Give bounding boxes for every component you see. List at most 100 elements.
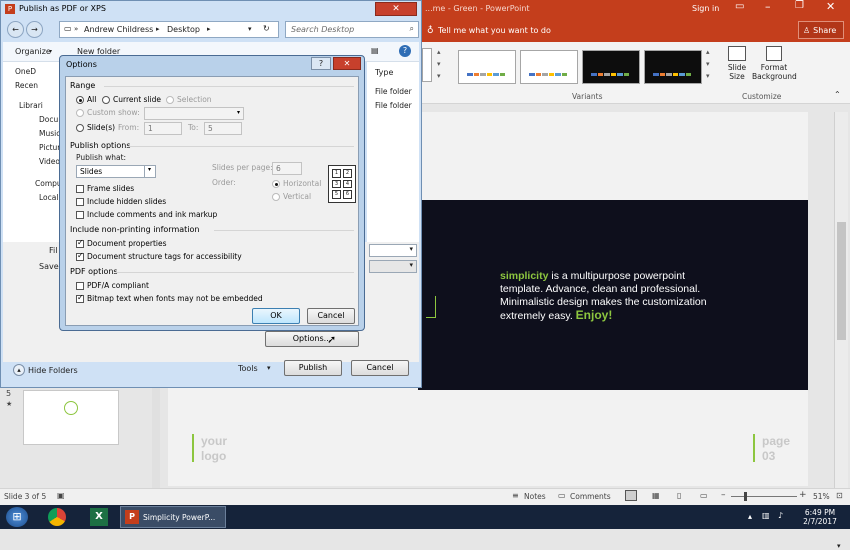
organize-button[interactable]: Organize (15, 47, 51, 56)
publish-button[interactable]: Publish (284, 360, 342, 376)
notes-button[interactable]: Notes (524, 492, 546, 501)
slide-body-text[interactable]: simplicity is a multipurpose powerpoint … (500, 270, 730, 323)
options-cancel-button[interactable]: Cancel (307, 308, 355, 324)
help-icon[interactable]: ? (399, 45, 411, 57)
scroll-thumb[interactable] (837, 222, 846, 340)
save-type-dropdown-icon[interactable]: ▾ (369, 260, 417, 273)
radio-all[interactable] (76, 95, 84, 104)
maximize-icon[interactable]: ❐ (795, 0, 804, 11)
variant-thumb-2[interactable] (520, 50, 578, 84)
structure-tags[interactable]: Document structure tags for accessibilit… (76, 251, 242, 261)
sign-in-link[interactable]: Sign in (692, 4, 719, 13)
radio-selection[interactable] (166, 95, 174, 104)
breadcrumb-user[interactable]: Andrew Childress (84, 25, 153, 34)
themes-scroll[interactable]: ▴ ▾ ▾ (437, 46, 447, 84)
excel-icon[interactable]: X (90, 508, 108, 526)
slide-size-button[interactable]: Slide Size (724, 46, 750, 84)
hide-folders-button[interactable]: Hide Folders (28, 366, 78, 375)
variant-thumb-1[interactable] (458, 50, 516, 84)
from-stepper[interactable]: 1 (144, 122, 182, 135)
checkbox-bitmap-text[interactable] (76, 293, 84, 303)
custom-show-select[interactable]: ▾ (144, 107, 244, 120)
radio-vertical[interactable] (272, 192, 280, 201)
ok-button[interactable]: OK (252, 308, 300, 324)
checkbox-structure-tags[interactable] (76, 251, 84, 261)
ribbon-display-options-icon[interactable]: ▭ (735, 1, 744, 12)
reading-view-icon[interactable]: ▯ (677, 491, 681, 500)
radio-current-slide[interactable] (102, 95, 110, 104)
nav-item-libraries[interactable]: Librari (19, 99, 62, 113)
doc-properties[interactable]: Document properties (76, 238, 167, 248)
view-options-icon[interactable]: ▤ (371, 46, 379, 55)
tray-expand-icon[interactable]: ▴ (748, 512, 752, 521)
hidden-slides[interactable]: Include hidden slides (76, 197, 166, 206)
range-selection[interactable]: Selection (166, 95, 212, 104)
publish-cancel-button[interactable]: Cancel (351, 360, 409, 376)
range-current[interactable]: Current slide (102, 95, 161, 104)
radio-horizontal[interactable] (272, 179, 280, 188)
slide-sorter-icon[interactable]: ▦ (652, 491, 660, 500)
range-custom[interactable]: Custom show: (76, 108, 140, 117)
slides-per-page-select[interactable]: 6 (272, 162, 302, 175)
tell-me-box[interactable]: Tell me what you want to do (438, 26, 551, 35)
zoom-slider-thumb[interactable] (744, 492, 747, 501)
collapse-ribbon-icon[interactable]: ⌃ (834, 90, 841, 99)
publish-what-dropdown-icon[interactable]: ▾ (144, 166, 154, 177)
format-background-button[interactable]: Format Background (752, 46, 797, 84)
start-button[interactable]: ⊞ (6, 507, 28, 527)
address-dropdown-icon[interactable]: ▾ (248, 25, 252, 33)
checkbox-frame-slides[interactable] (76, 184, 84, 193)
volume-icon[interactable]: ♪ (778, 511, 783, 520)
back-icon[interactable]: ← (7, 21, 24, 38)
zoom-out-icon[interactable]: – (721, 490, 726, 500)
radio-custom-show[interactable] (76, 108, 84, 117)
variants-scroll[interactable]: ▴ ▾ ▾ (706, 46, 716, 84)
zoom-slider[interactable] (731, 492, 797, 501)
variant-thumb-3[interactable] (582, 50, 640, 84)
file-row-type[interactable]: File folder (375, 101, 412, 110)
theme-thumb-partial[interactable] (422, 48, 432, 82)
publish-close-icon[interactable]: ✕ (375, 2, 417, 16)
breadcrumb-chevron-icon[interactable]: ▸ (156, 25, 160, 33)
range-all[interactable]: All (76, 95, 96, 104)
radio-slides[interactable] (76, 123, 84, 132)
tools-menu[interactable]: Tools (238, 364, 258, 373)
file-name-dropdown-icon[interactable]: ▾ (369, 244, 417, 257)
frame-slides[interactable]: Frame slides (76, 184, 134, 193)
column-header-type[interactable]: Type (375, 68, 393, 77)
organize-dropdown-icon[interactable]: ▾ (49, 48, 52, 55)
refresh-icon[interactable]: ↻ (263, 24, 270, 33)
chrome-icon[interactable] (48, 508, 66, 526)
comments-ink[interactable]: Include comments and ink markup (76, 210, 217, 219)
checkbox-hidden-slides[interactable] (76, 197, 84, 206)
nav-item-onedrive[interactable]: OneD (15, 65, 62, 79)
vertical-scrollbar[interactable]: ▾ (834, 112, 848, 550)
close-icon[interactable]: ✕ (826, 0, 835, 13)
order-horizontal[interactable]: Horizontal (272, 179, 321, 188)
checkbox-comments-ink[interactable] (76, 210, 84, 219)
options-close-icon[interactable]: ✕ (333, 57, 361, 70)
options-help-button[interactable]: ? (311, 57, 331, 70)
address-bar[interactable]: ▭ » Andrew Childress ▸ Desktop ▸ ▾ ↻ (59, 21, 279, 38)
slideshow-icon[interactable]: ▭ (700, 491, 708, 500)
publish-what-select[interactable]: Slides ▾ (76, 165, 156, 178)
breadcrumb-chevron-icon[interactable]: ▸ (207, 25, 211, 33)
variant-thumb-4[interactable] (644, 50, 702, 84)
share-button[interactable]: ♙ Share (798, 21, 844, 39)
scroll-down-icon[interactable]: ▾ (837, 542, 841, 550)
search-input[interactable]: Search Desktop ⌕ (285, 21, 419, 38)
tools-dropdown-icon[interactable]: ▾ (267, 364, 271, 372)
file-row-type[interactable]: File folder (375, 87, 412, 96)
clock[interactable]: 6:49 PM 2/7/2017 (800, 508, 840, 526)
order-vertical[interactable]: Vertical (272, 192, 311, 201)
normal-view-icon[interactable] (625, 490, 637, 501)
pdfa-compliant[interactable]: PDF/A compliant (76, 281, 149, 290)
options-button[interactable]: Options... (265, 331, 359, 347)
taskbar-powerpoint-app[interactable]: P Simplicity PowerP... (120, 506, 226, 528)
spell-check-icon[interactable]: ▣ (57, 491, 65, 500)
nav-item-recent[interactable]: Recen (15, 79, 62, 93)
slide-thumbnail-5[interactable] (23, 390, 119, 445)
comments-button[interactable]: Comments (570, 492, 611, 501)
zoom-level[interactable]: 51% (813, 492, 830, 501)
checkbox-pdfa[interactable] (76, 281, 84, 290)
